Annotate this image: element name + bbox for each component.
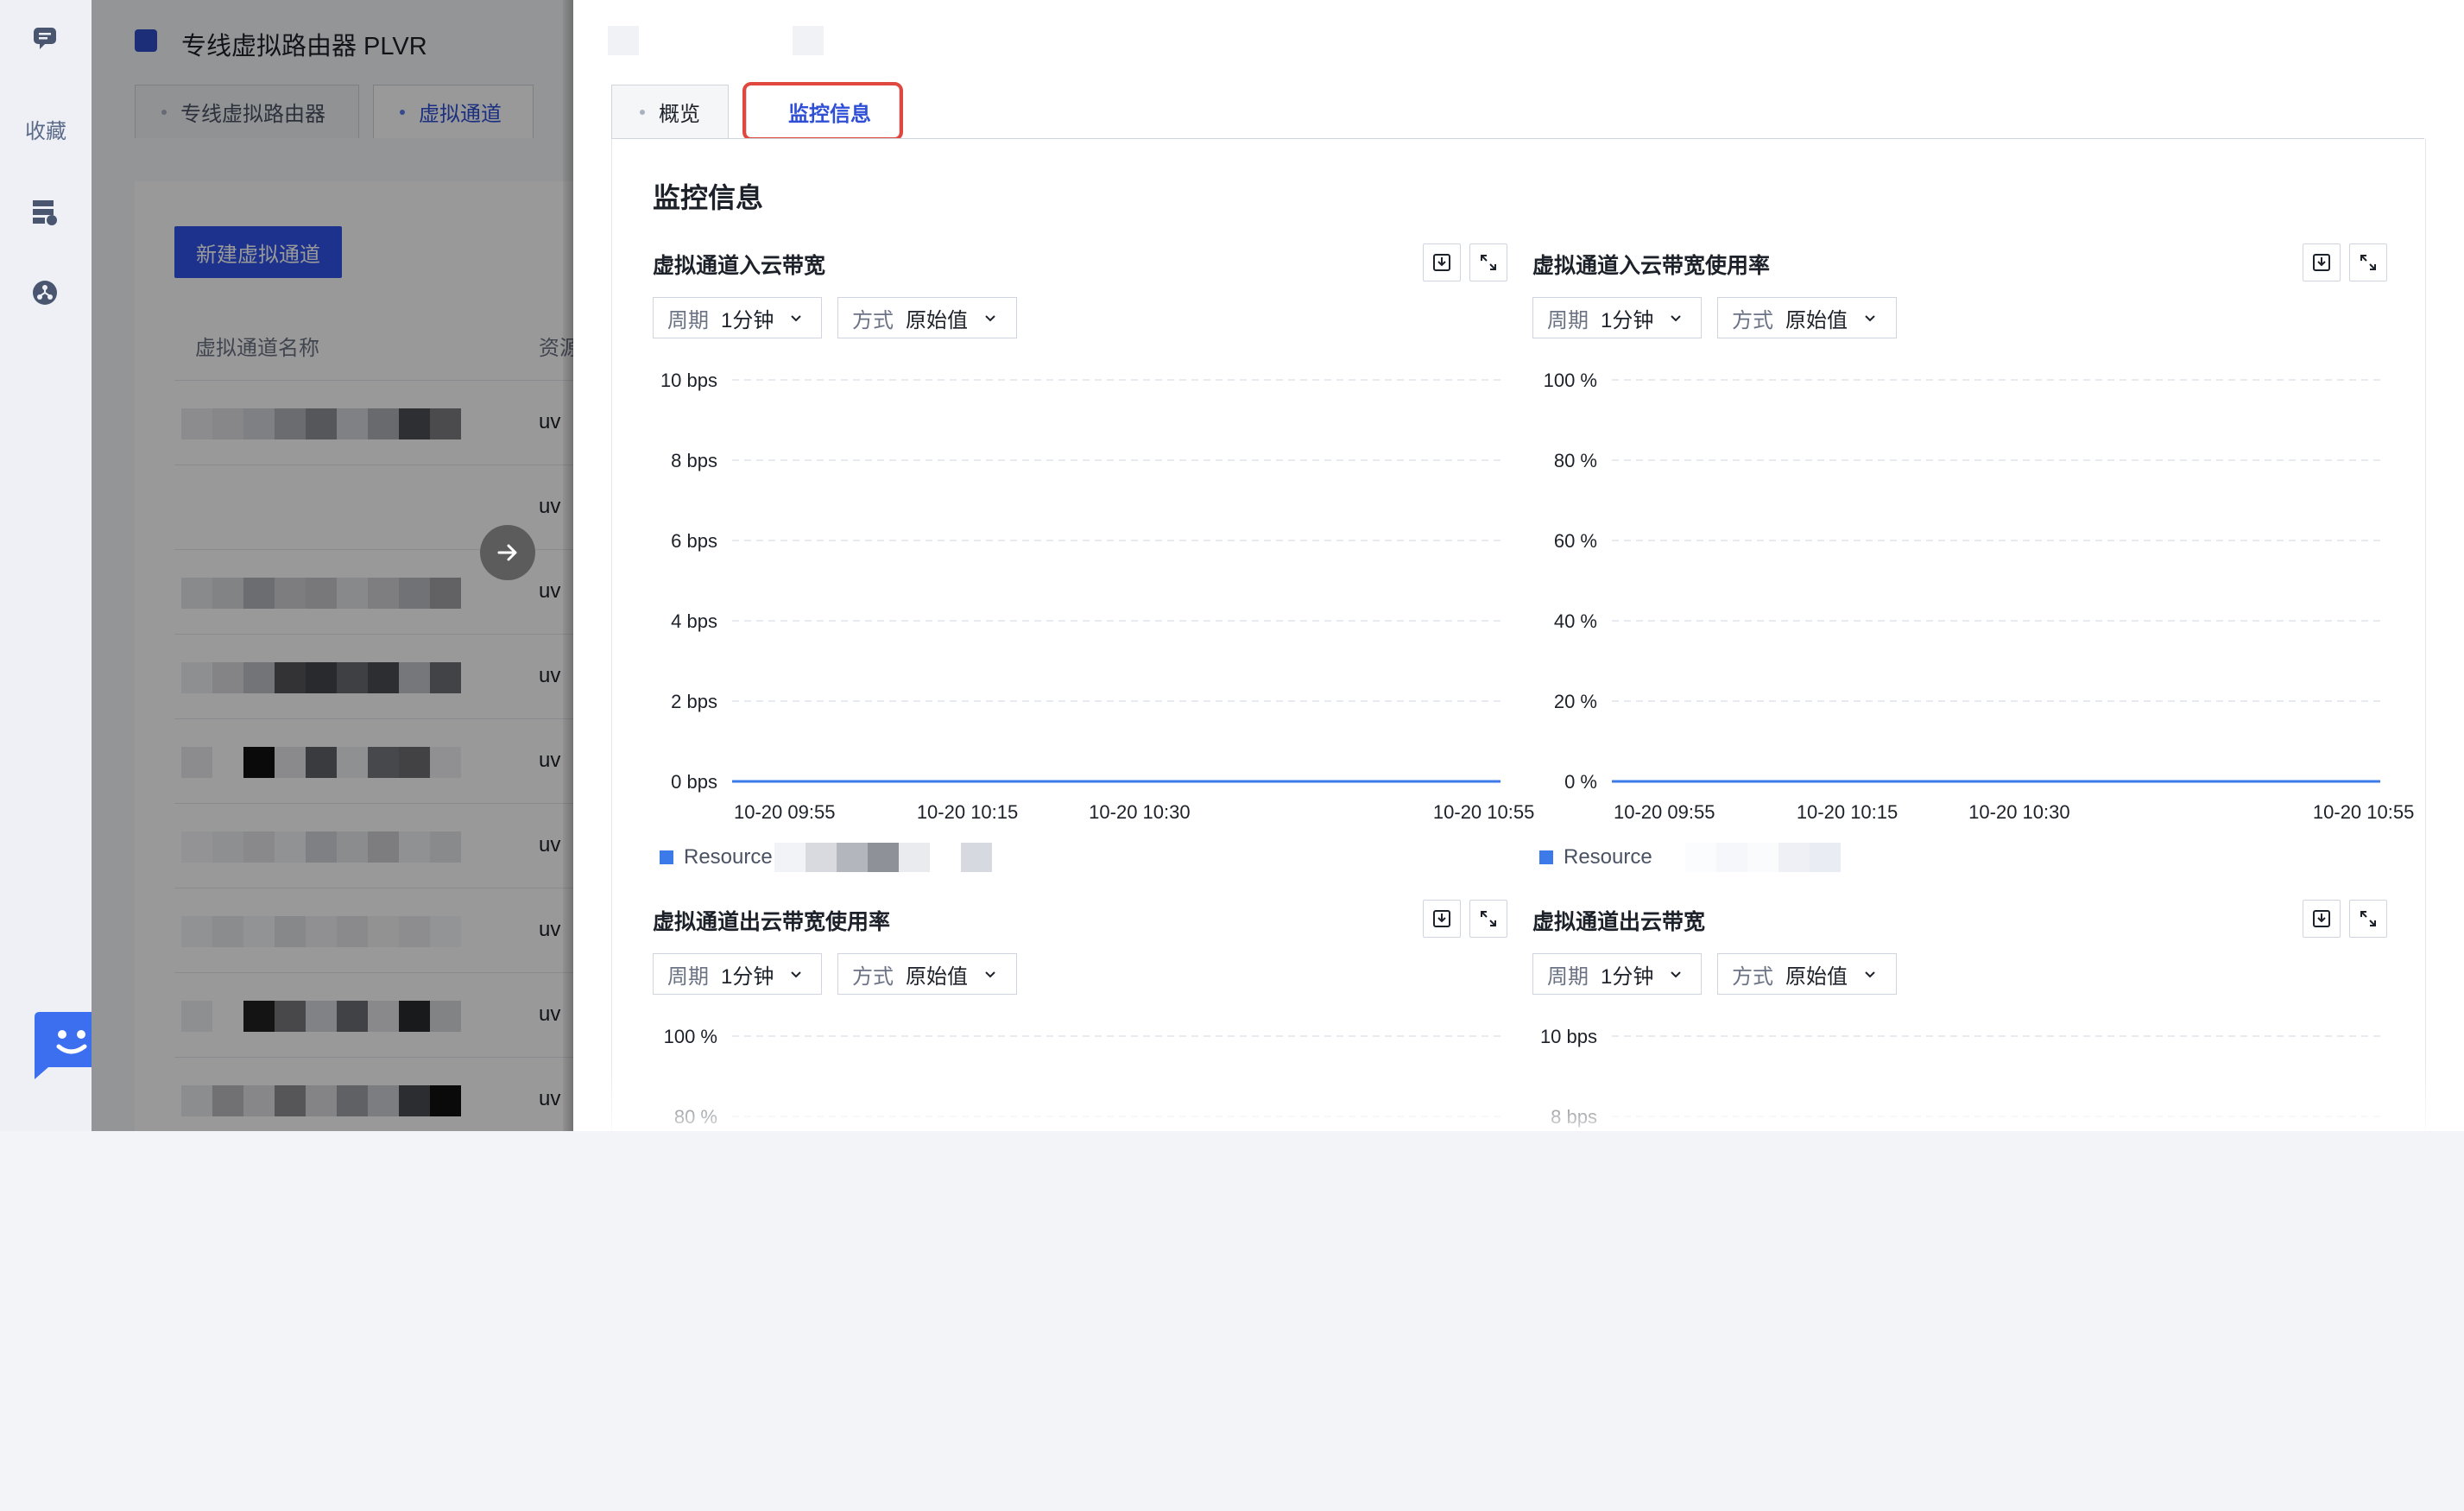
line-chart: 100 % 80 % 60 % 40 % 20 % 0 % 10-20 09:55 10-20… — [1544, 370, 2415, 823]
favorites-label[interactable]: 收藏 — [0, 114, 92, 144]
tab-dot-icon — [640, 109, 645, 115]
y-tick-label: 6 bps — [671, 530, 717, 552]
y-tick-label: 80 % — [674, 1106, 717, 1128]
x-tick-label: 10-20 09:55 — [1614, 801, 1715, 823]
y-tick-label: 4 bps — [671, 610, 717, 632]
message-icon[interactable] — [28, 21, 61, 54]
y-tick-label: 80 % — [1554, 450, 1597, 471]
x-tick-label: 10-20 10:30 — [1089, 801, 1190, 823]
y-tick-label: 40 % — [1554, 610, 1597, 632]
network-icon[interactable] — [28, 276, 61, 309]
section-title: 监控信息 — [653, 182, 764, 213]
tab-overview[interactable]: 概览 — [611, 85, 729, 138]
x-tick-label: 10-20 10:15 — [917, 801, 1018, 823]
x-tick-label: 10-20 10:15 — [1797, 801, 1898, 823]
y-tick-label: 20 % — [1554, 691, 1597, 712]
line-chart: 100 % 80 % — [664, 1026, 1501, 1128]
redacted-resource-id — [1653, 843, 1872, 872]
arrow-right-icon[interactable] — [480, 525, 535, 580]
left-rail: 收藏 — [0, 0, 107, 1131]
legend-swatch — [660, 850, 673, 864]
x-tick-label: 10-20 10:30 — [1968, 801, 2069, 823]
line-chart: 10 bps 8 bps 6 bps 4 bps 2 bps 0 bps 10-20 09:… — [660, 370, 1534, 823]
redacted-block — [793, 26, 824, 55]
database-icon[interactable] — [28, 195, 61, 228]
redacted-block — [608, 26, 639, 55]
redacted-resource-id — [774, 843, 992, 872]
chart-legend[interactable]: Resource — [1539, 843, 1872, 872]
drawer-shadow — [563, 0, 573, 1131]
x-tick-label: 10-20 10:55 — [2313, 801, 2414, 823]
legend-label: Resource — [1564, 845, 1652, 869]
y-tick-label: 100 % — [1544, 370, 1597, 391]
y-tick-label: 10 bps — [660, 370, 717, 391]
y-tick-label: 8 bps — [1551, 1106, 1597, 1128]
y-tick-label: 10 bps — [1540, 1026, 1597, 1047]
y-tick-label: 60 % — [1554, 530, 1597, 552]
y-tick-label: 0 bps — [671, 771, 717, 793]
tab-highlight-box — [742, 82, 903, 141]
y-tick-label: 8 bps — [671, 450, 717, 471]
y-tick-label: 0 % — [1564, 771, 1597, 793]
y-tick-label: 100 % — [664, 1026, 717, 1047]
chart-legend[interactable]: Resource — [660, 843, 992, 872]
x-tick-label: 10-20 09:55 — [734, 801, 835, 823]
legend-swatch — [1539, 850, 1553, 864]
legend-label: Resource — [684, 845, 773, 869]
line-chart: 10 bps 8 bps — [1540, 1026, 2380, 1128]
y-tick-label: 2 bps — [671, 691, 717, 712]
x-tick-label: 10-20 10:55 — [1433, 801, 1534, 823]
tab-label: 概览 — [659, 103, 700, 126]
